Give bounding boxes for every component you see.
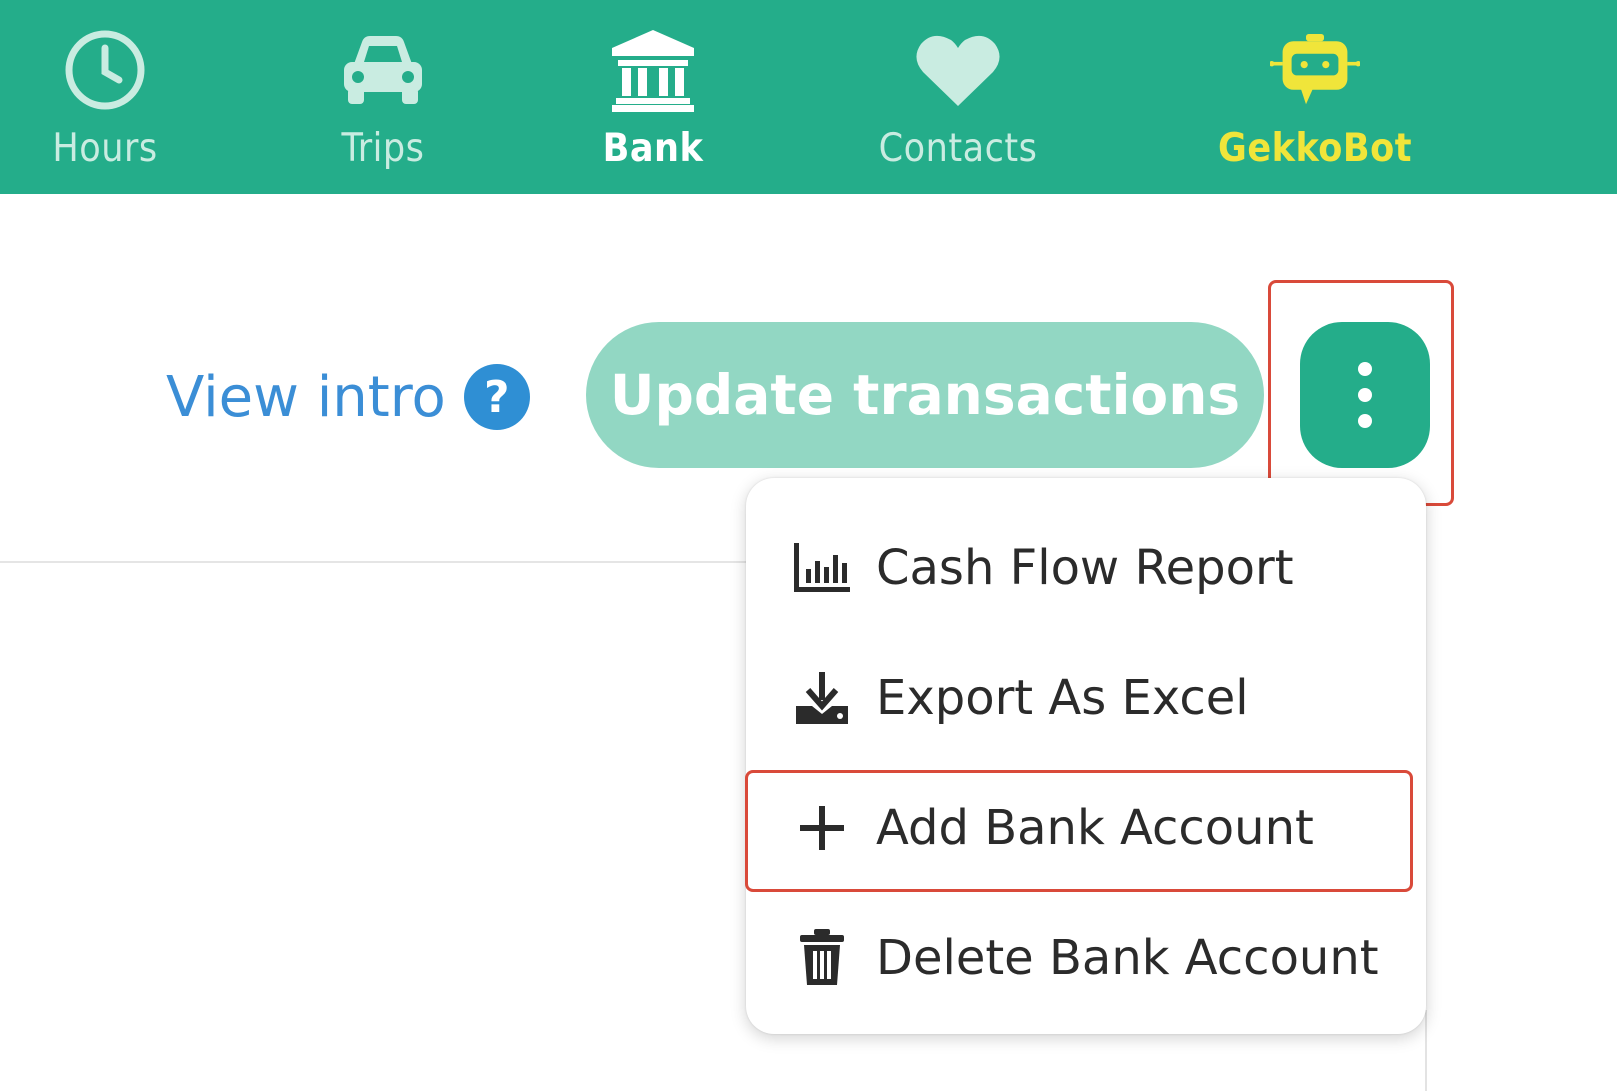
nav-item-hours[interactable]: Hours	[40, 0, 170, 194]
top-navigation-bar: Hours Trips Bank Contacts GekkoBot	[0, 0, 1617, 194]
nav-label-gekkobot: GekkoBot	[1218, 126, 1412, 171]
nav-item-bank[interactable]: Bank	[588, 0, 718, 194]
help-icon: ?	[463, 364, 530, 430]
menu-label-delete-bank-account: Delete Bank Account	[876, 930, 1379, 986]
robot-icon	[1270, 28, 1360, 112]
view-intro-label: View intro	[166, 364, 446, 430]
trash-icon	[794, 929, 850, 986]
heart-icon	[913, 28, 1003, 112]
menu-item-cash-flow-report[interactable]: Cash Flow Report	[746, 508, 1426, 628]
update-transactions-button[interactable]: Update transactions	[586, 322, 1264, 468]
menu-label-export-as-excel: Export As Excel	[876, 670, 1249, 726]
menu-item-delete-bank-account[interactable]: Delete Bank Account	[746, 898, 1426, 1018]
nav-item-contacts[interactable]: Contacts	[858, 0, 1058, 194]
menu-item-export-as-excel[interactable]: Export As Excel	[746, 638, 1426, 758]
highlight-box-more-button	[1268, 280, 1454, 506]
highlight-box-add-bank-account	[745, 770, 1413, 892]
bank-icon	[608, 28, 698, 112]
nav-item-trips[interactable]: Trips	[318, 0, 448, 194]
nav-label-contacts: Contacts	[878, 126, 1038, 171]
menu-label-cash-flow-report: Cash Flow Report	[876, 540, 1294, 596]
clock-icon	[60, 28, 150, 112]
car-icon	[338, 28, 428, 112]
nav-label-hours: Hours	[52, 126, 158, 171]
bar-chart-icon	[794, 540, 850, 596]
content-divider	[0, 561, 760, 563]
nav-label-trips: Trips	[341, 126, 425, 171]
options-dropdown-menu: Cash Flow Report Export As Excel Add Ban…	[746, 478, 1426, 1034]
nav-label-bank: Bank	[602, 126, 704, 171]
nav-item-gekkobot[interactable]: GekkoBot	[1205, 0, 1425, 194]
view-intro-link[interactable]: View intro ?	[166, 362, 530, 432]
download-icon	[794, 670, 850, 726]
panel-edge-line	[1425, 1010, 1427, 1091]
